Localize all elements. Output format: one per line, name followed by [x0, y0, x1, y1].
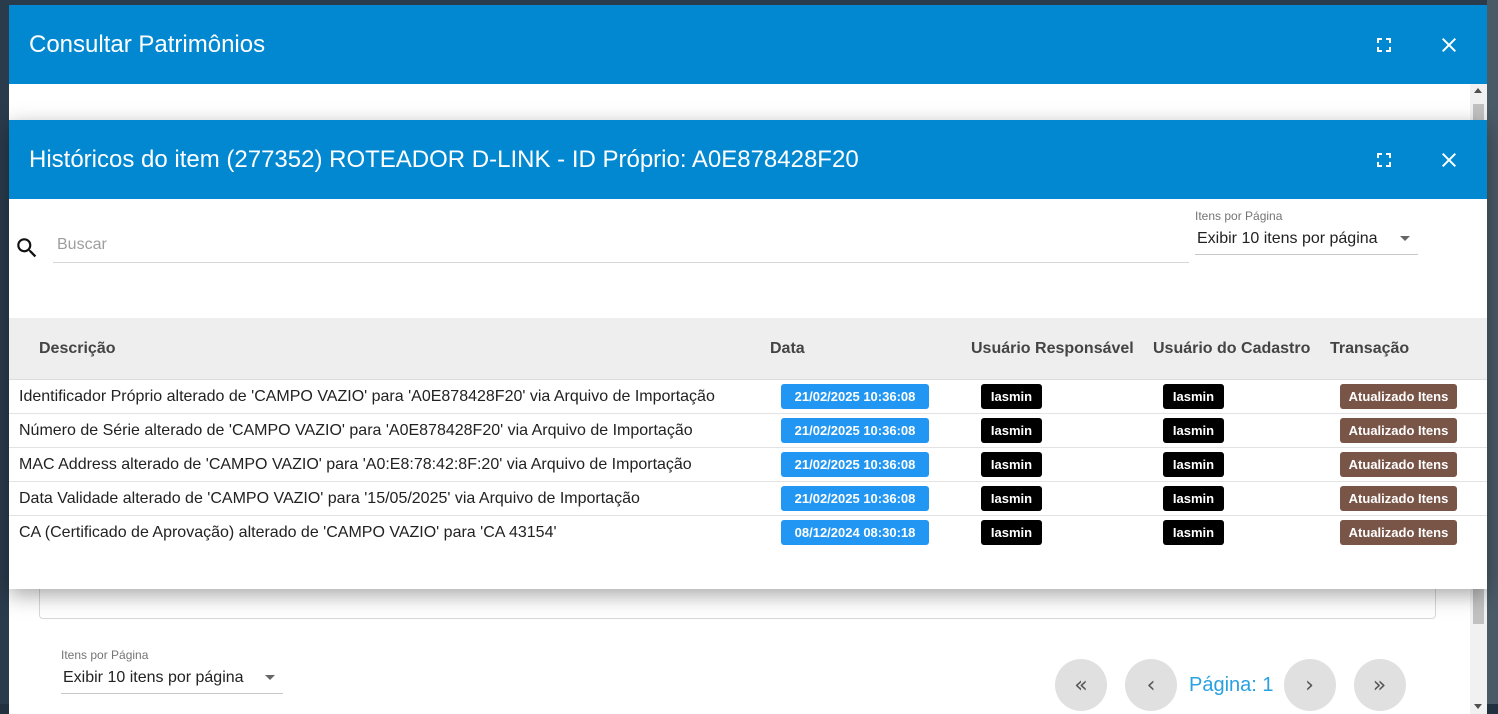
first-page-icon: « — [1074, 672, 1088, 698]
inner-fullscreen-button[interactable] — [1366, 142, 1402, 178]
table-row[interactable]: Identificador Próprio alterado de 'CAMPO… — [9, 380, 1487, 414]
last-page-button[interactable]: » — [1353, 659, 1406, 711]
column-header-usuario-cadastro[interactable]: Usuário do Cadastro — [1153, 340, 1310, 358]
search-input[interactable] — [53, 227, 1189, 263]
pagination: « ‹ Página: 1 › » — [1055, 659, 1424, 711]
row-description: Identificador Próprio alterado de 'CAMPO… — [19, 388, 715, 405]
column-header-data[interactable]: Data — [770, 340, 805, 358]
close-icon — [1442, 152, 1456, 167]
next-page-icon: › — [1305, 672, 1314, 698]
chevron-down-icon — [265, 675, 275, 680]
column-header-transacao[interactable]: Transação — [1330, 340, 1409, 358]
registering-user-badge: Iasmin — [1163, 486, 1224, 511]
responsible-user-badge: Iasmin — [981, 452, 1042, 477]
table-body: Identificador Próprio alterado de 'CAMPO… — [9, 380, 1487, 550]
scroll-up-arrow[interactable] — [1474, 88, 1482, 93]
inner-close-button[interactable] — [1431, 142, 1467, 178]
outer-items-per-page-label: Itens por Página — [61, 648, 149, 662]
date-badge: 21/02/2025 10:36:08 — [781, 418, 929, 443]
transaction-badge: Atualizado Itens — [1340, 452, 1457, 477]
transaction-badge: Atualizado Itens — [1340, 486, 1457, 511]
first-page-button[interactable]: « — [1055, 659, 1107, 711]
outer-close-button[interactable] — [1431, 27, 1467, 63]
outer-dialog-title: Consultar Patrimônios — [29, 30, 266, 58]
row-description: MAC Address alterado de 'CAMPO VAZIO' pa… — [19, 456, 692, 473]
responsible-user-badge: Iasmin — [981, 486, 1042, 511]
outer-fullscreen-button[interactable] — [1366, 27, 1402, 63]
responsible-user-badge: Iasmin — [981, 418, 1042, 443]
next-page-button[interactable]: › — [1283, 659, 1336, 711]
inner-items-per-page: Itens por Página Exibir 10 itens por pág… — [1195, 209, 1418, 255]
row-description: CA (Certificado de Aprovação) alterado d… — [19, 524, 557, 541]
row-description: Data Validade alterado de 'CAMPO VAZIO' … — [19, 490, 640, 507]
inner-items-per-page-select[interactable]: Exibir 10 itens por página — [1195, 223, 1418, 255]
prev-page-icon: ‹ — [1146, 672, 1156, 698]
last-page-icon: » — [1372, 672, 1387, 698]
outer-dialog-header: Consultar Patrimônios — [9, 5, 1487, 84]
registering-user-badge: Iasmin — [1163, 384, 1224, 409]
fullscreen-icon — [1377, 152, 1391, 167]
column-header-descricao[interactable]: Descrição — [39, 340, 116, 358]
table-header: Descrição Data Usuário Responsável Usuár… — [9, 318, 1487, 380]
backdrop-right-edge — [1487, 0, 1498, 714]
search-icon[interactable] — [14, 235, 40, 261]
responsible-user-badge: Iasmin — [981, 384, 1042, 409]
registering-user-badge: Iasmin — [1163, 418, 1224, 443]
date-badge: 08/12/2024 08:30:18 — [781, 520, 929, 545]
table-row[interactable]: Número de Série alterado de 'CAMPO VAZIO… — [9, 414, 1487, 448]
fullscreen-icon — [1377, 37, 1391, 52]
table-row[interactable]: CA (Certificado de Aprovação) alterado d… — [9, 516, 1487, 550]
row-description: Número de Série alterado de 'CAMPO VAZIO… — [19, 422, 693, 439]
inner-items-per-page-value: Exibir 10 itens por página — [1197, 229, 1378, 247]
chevron-down-icon — [1400, 236, 1410, 241]
inner-dialog-title: Históricos do item (277352) ROTEADOR D-L… — [29, 145, 859, 173]
transaction-badge: Atualizado Itens — [1340, 520, 1457, 545]
inner-items-per-page-label: Itens por Página — [1195, 209, 1283, 223]
transaction-badge: Atualizado Itens — [1340, 418, 1457, 443]
date-badge: 21/02/2025 10:36:08 — [781, 384, 929, 409]
column-header-usuario-responsavel[interactable]: Usuário Responsável — [971, 340, 1134, 358]
date-badge: 21/02/2025 10:36:08 — [781, 486, 929, 511]
date-badge: 21/02/2025 10:36:08 — [781, 452, 929, 477]
registering-user-badge: Iasmin — [1163, 452, 1224, 477]
close-icon — [1442, 37, 1456, 52]
prev-page-button[interactable]: ‹ — [1125, 659, 1177, 711]
registering-user-badge: Iasmin — [1163, 520, 1224, 545]
page-indicator: Página: 1 — [1189, 673, 1274, 696]
inner-dialog-header: Históricos do item (277352) ROTEADOR D-L… — [9, 120, 1487, 199]
outer-items-per-page: Itens por Página Exibir 10 itens por pág… — [61, 648, 283, 694]
scroll-down-arrow[interactable] — [1474, 704, 1482, 709]
historicos-dialog: Históricos do item (277352) ROTEADOR D-L… — [9, 120, 1487, 589]
table-row[interactable]: MAC Address alterado de 'CAMPO VAZIO' pa… — [9, 448, 1487, 482]
table-row[interactable]: Data Validade alterado de 'CAMPO VAZIO' … — [9, 482, 1487, 516]
outer-items-per-page-value: Exibir 10 itens por página — [63, 668, 244, 686]
search-bar: Itens por Página Exibir 10 itens por pág… — [9, 199, 1487, 317]
outer-items-per-page-select[interactable]: Exibir 10 itens por página — [61, 662, 283, 694]
transaction-badge: Atualizado Itens — [1340, 384, 1457, 409]
responsible-user-badge: Iasmin — [981, 520, 1042, 545]
